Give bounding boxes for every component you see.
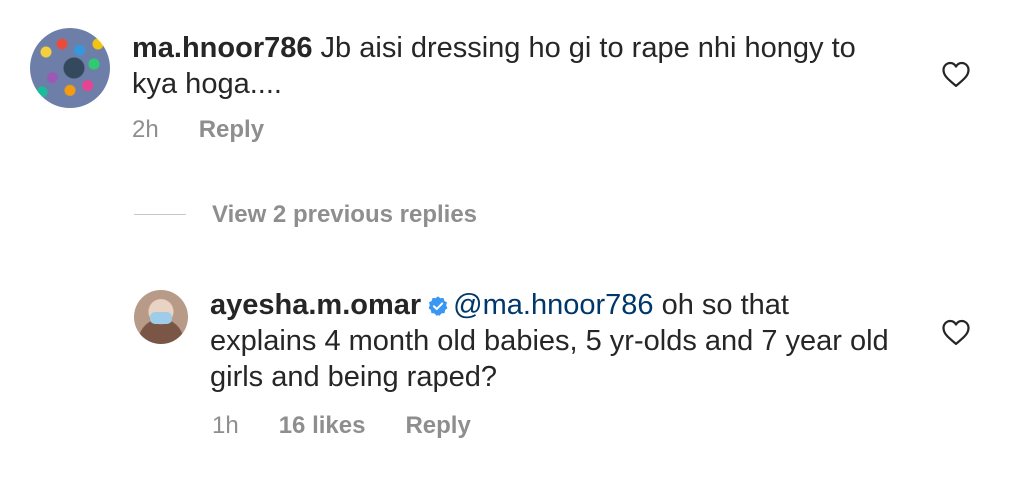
likes-count[interactable]: 16 likes bbox=[279, 412, 366, 439]
comment-username[interactable]: ma.hnoor786 bbox=[132, 32, 313, 64]
heart-icon[interactable] bbox=[941, 60, 971, 88]
avatar[interactable] bbox=[30, 28, 110, 108]
avatar-mask bbox=[150, 312, 172, 324]
comment-meta: 1h 16 likes Reply bbox=[212, 412, 511, 440]
comment-body: ma.hnoor786 Jb aisi dressing ho gi to ra… bbox=[132, 30, 892, 102]
replies-divider bbox=[134, 214, 186, 215]
view-previous-replies-button[interactable]: View 2 previous replies bbox=[212, 201, 477, 229]
comment-meta: 2h Reply bbox=[132, 116, 304, 144]
reply-button[interactable]: Reply bbox=[405, 412, 470, 439]
comment-time: 1h bbox=[212, 412, 239, 439]
avatar[interactable] bbox=[134, 290, 188, 344]
comment-time: 2h bbox=[132, 116, 159, 143]
heart-icon[interactable] bbox=[941, 318, 971, 346]
mention-link[interactable]: @ma.hnoor786 bbox=[453, 289, 653, 321]
verified-badge-icon bbox=[428, 296, 448, 316]
comment-username[interactable]: ayesha.m.omar bbox=[210, 289, 421, 321]
reply-button[interactable]: Reply bbox=[199, 116, 264, 143]
comment-body: ayesha.m.omar @ma.hnoor786 oh so that ex… bbox=[210, 287, 890, 395]
